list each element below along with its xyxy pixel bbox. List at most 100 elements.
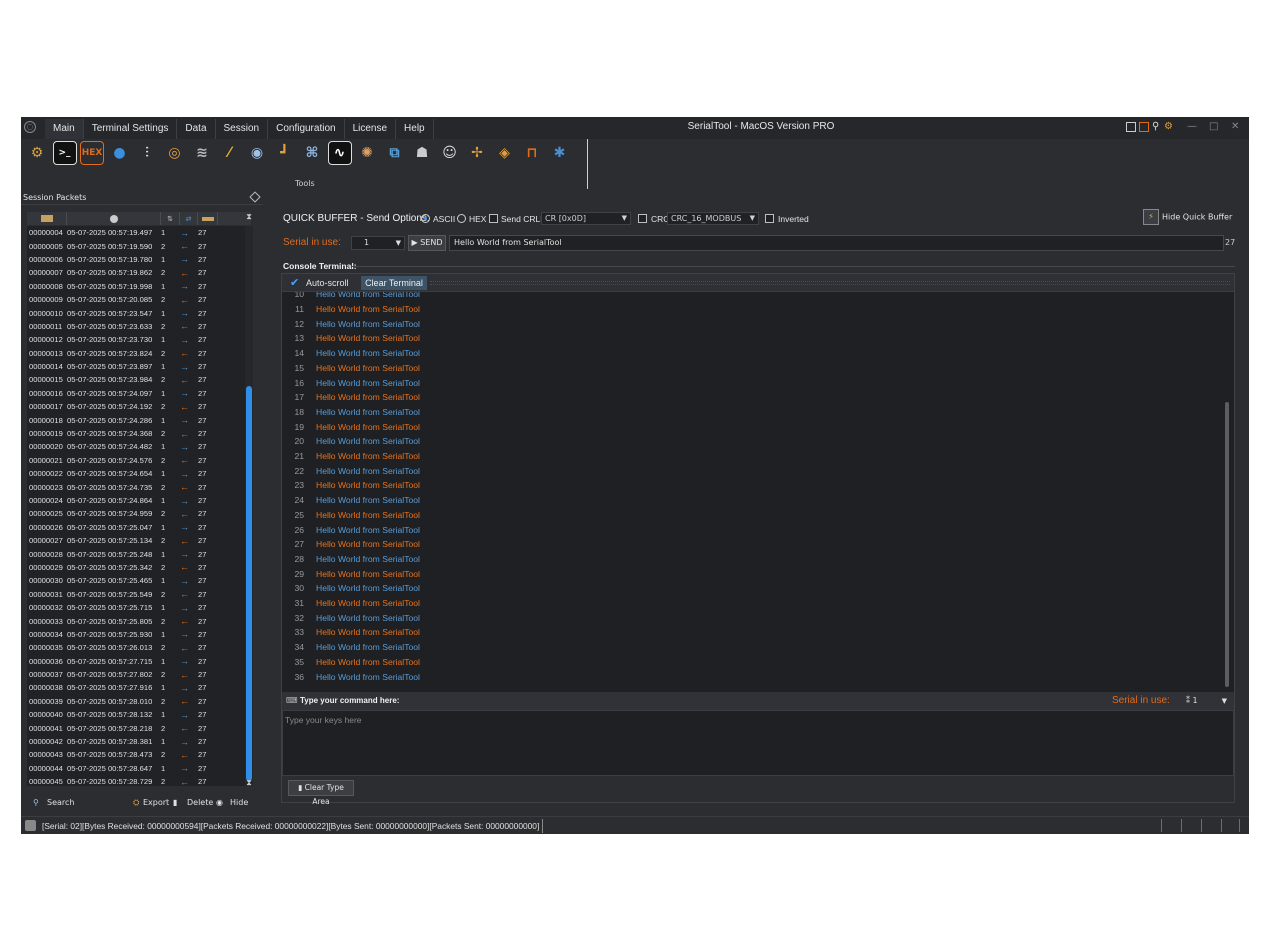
tray-window-icon[interactable] xyxy=(1126,122,1136,132)
column-time-icon[interactable] xyxy=(67,212,161,225)
column-serial-icon[interactable]: ⇅ xyxy=(161,212,180,225)
packet-row[interactable]: 00000008 05-07-2025 00:57:19.998 1 → 27 xyxy=(27,280,245,293)
target-icon[interactable]: ◎ xyxy=(163,141,187,165)
menu-data[interactable]: Data xyxy=(177,119,216,139)
menu-session[interactable]: Session xyxy=(216,119,269,139)
packet-row[interactable]: 00000035 05-07-2025 00:57:26.013 2 ← 27 xyxy=(27,641,245,654)
chip-icon[interactable]: ◈ xyxy=(493,141,517,165)
packet-row[interactable]: 00000038 05-07-2025 00:57:27.916 1 → 27 xyxy=(27,681,245,694)
send-crlf-checkbox[interactable] xyxy=(489,214,498,223)
menu-license[interactable]: License xyxy=(345,119,397,139)
packet-row[interactable]: 00000006 05-07-2025 00:57:19.780 1 → 27 xyxy=(27,253,245,266)
scrollbar-thumb[interactable] xyxy=(246,386,252,781)
arrows-icon[interactable]: ✢ xyxy=(465,141,489,165)
plug-icon[interactable]: ┛ xyxy=(273,141,297,165)
packet-row[interactable]: 00000021 05-07-2025 00:57:24.576 2 ← 27 xyxy=(27,454,245,467)
terminal-icon[interactable]: >_ xyxy=(52,141,77,165)
terminal-scrollbar[interactable] xyxy=(1222,292,1234,692)
type-area[interactable]: Type your keys here xyxy=(282,710,1234,776)
layers-icon[interactable]: ≋ xyxy=(190,141,214,165)
packet-row[interactable]: 00000014 05-07-2025 00:57:23.897 1 → 27 xyxy=(27,360,245,373)
tray-hex-icon[interactable] xyxy=(1139,122,1149,132)
packet-row[interactable]: 00000024 05-07-2025 00:57:24.864 1 → 27 xyxy=(27,494,245,507)
hide-button[interactable]: Hide xyxy=(230,798,248,807)
packet-row[interactable]: 00000019 05-07-2025 00:57:24.368 2 ← 27 xyxy=(27,427,245,440)
crlf-select[interactable]: CR [0x0D] ▼ xyxy=(541,212,631,225)
network-icon[interactable]: ✺ xyxy=(355,141,379,165)
packet-row[interactable]: 00000005 05-07-2025 00:57:19.590 2 ← 27 xyxy=(27,239,245,252)
packet-row[interactable]: 00000044 05-07-2025 00:57:28.647 1 → 27 xyxy=(27,762,245,775)
close-icon[interactable]: ✕ xyxy=(1231,121,1239,132)
scrollbar-thumb[interactable] xyxy=(1225,402,1229,687)
packet-row[interactable]: 00000007 05-07-2025 00:57:19.862 2 ← 27 xyxy=(27,266,245,279)
terminal-output[interactable]: 10 Hello World from SerialTool 11 Hello Wor… xyxy=(282,292,1222,692)
auto-scroll-checkbox[interactable]: ✔ xyxy=(290,277,301,288)
menu-main[interactable]: Main xyxy=(45,119,84,139)
oscilloscope-icon[interactable]: ∿ xyxy=(327,141,352,165)
packet-row[interactable]: 00000015 05-07-2025 00:57:23.984 2 ← 27 xyxy=(27,373,245,386)
crc-select[interactable]: CRC_16_MODBUS ▼ xyxy=(667,212,759,225)
column-length-icon[interactable] xyxy=(198,212,218,225)
packet-row[interactable]: 00000034 05-07-2025 00:57:25.930 1 → 27 xyxy=(27,628,245,641)
menu-help[interactable]: Help xyxy=(396,119,434,139)
tray-search-icon[interactable]: ⚲ xyxy=(1152,121,1159,132)
packet-row[interactable]: 00000026 05-07-2025 00:57:25.047 1 → 27 xyxy=(27,521,245,534)
packet-row[interactable]: 00000023 05-07-2025 00:57:24.735 2 ← 27 xyxy=(27,480,245,493)
packet-row[interactable]: 00000020 05-07-2025 00:57:24.482 1 → 27 xyxy=(27,440,245,453)
packet-row[interactable]: 00000016 05-07-2025 00:57:24.097 1 → 27 xyxy=(27,387,245,400)
delete-button[interactable]: Delete xyxy=(187,798,213,807)
ascii-radio[interactable] xyxy=(421,214,430,223)
scroll-bottom-icon[interactable]: ⧗ xyxy=(245,778,253,788)
hide-quick-buffer-button[interactable]: ⚡ Hide Quick Buffer xyxy=(1143,209,1232,225)
column-id-icon[interactable] xyxy=(27,212,67,225)
crc-checkbox[interactable] xyxy=(638,214,647,223)
packet-row[interactable]: 00000045 05-07-2025 00:57:28.729 2 ← 27 xyxy=(27,775,245,786)
packet-row[interactable]: 00000042 05-07-2025 00:57:28.381 1 → 27 xyxy=(27,735,245,748)
hex-icon[interactable]: HEX xyxy=(80,141,104,165)
serial-port-select[interactable]: ⁑ 1 ▼ xyxy=(1180,694,1230,708)
magic-wand-icon[interactable]: ⁄ xyxy=(218,141,242,165)
tray-settings-icon[interactable]: ⚙ xyxy=(1164,121,1173,132)
packet-row[interactable]: 00000037 05-07-2025 00:57:27.802 2 ← 27 xyxy=(27,668,245,681)
send-button[interactable]: ▶ SEND xyxy=(408,235,446,251)
column-direction-icon[interactable]: ⇄ xyxy=(180,212,198,225)
packet-row[interactable]: 00000032 05-07-2025 00:57:25.715 1 → 27 xyxy=(27,601,245,614)
clear-terminal-button[interactable]: Clear Terminal xyxy=(361,276,427,290)
packet-row[interactable]: 00000039 05-07-2025 00:57:28.010 2 ← 27 xyxy=(27,695,245,708)
packet-row[interactable]: 00000036 05-07-2025 00:57:27.715 1 → 27 xyxy=(27,655,245,668)
packet-row[interactable]: 00000030 05-07-2025 00:57:25.465 1 → 27 xyxy=(27,574,245,587)
packet-row[interactable]: 00000041 05-07-2025 00:57:28.218 2 ← 27 xyxy=(27,721,245,734)
packet-row[interactable]: 00000017 05-07-2025 00:57:24.192 2 ← 27 xyxy=(27,400,245,413)
bug-icon[interactable]: ✱ xyxy=(548,141,572,165)
menu-configuration[interactable]: Configuration xyxy=(268,119,345,139)
packet-row[interactable]: 00000018 05-07-2025 00:57:24.286 1 → 27 xyxy=(27,413,245,426)
clear-type-area-button[interactable]: ▮ Clear Type Area xyxy=(288,780,354,806)
packets-scrollbar[interactable]: ⧗ ⧗ xyxy=(245,212,253,788)
packet-row[interactable]: 00000004 05-07-2025 00:57:19.497 1 → 27 xyxy=(27,226,245,239)
packet-row[interactable]: 00000009 05-07-2025 00:57:20.085 2 ← 27 xyxy=(27,293,245,306)
hacker-icon[interactable]: ☗ xyxy=(410,141,434,165)
minimize-icon[interactable]: — xyxy=(1187,121,1197,132)
packet-row[interactable]: 00000022 05-07-2025 00:57:24.654 1 → 27 xyxy=(27,467,245,480)
search-data-icon[interactable]: ◉ xyxy=(245,141,269,165)
masks-icon[interactable]: ☺ xyxy=(438,141,462,165)
export-button[interactable]: Export xyxy=(143,798,169,807)
globe-icon[interactable]: ● xyxy=(108,141,132,165)
packet-row[interactable]: 00000033 05-07-2025 00:57:25.805 2 ← 27 xyxy=(27,614,245,627)
packet-row[interactable]: 00000029 05-07-2025 00:57:25.342 2 ← 27 xyxy=(27,561,245,574)
panel-float-icon[interactable] xyxy=(249,191,261,203)
maximize-icon[interactable]: □ xyxy=(1209,121,1218,132)
menu-terminal-settings[interactable]: Terminal Settings xyxy=(84,119,178,139)
packet-row[interactable]: 00000040 05-07-2025 00:57:28.132 1 → 27 xyxy=(27,708,245,721)
packet-row[interactable]: 00000027 05-07-2025 00:57:25.134 2 ← 27 xyxy=(27,534,245,547)
serial-port-select[interactable]: 1 ▼ xyxy=(351,236,405,250)
packet-row[interactable]: 00000010 05-07-2025 00:57:23.547 1 → 27 xyxy=(27,306,245,319)
packet-row[interactable]: 00000011 05-07-2025 00:57:23.633 2 ← 27 xyxy=(27,320,245,333)
inverted-checkbox[interactable] xyxy=(765,214,774,223)
hex-radio[interactable] xyxy=(457,214,466,223)
scroll-top-icon[interactable]: ⧗ xyxy=(245,212,253,222)
waveform-icon[interactable]: ⊓ xyxy=(520,141,544,165)
packet-row[interactable]: 00000031 05-07-2025 00:57:25.549 2 ← 27 xyxy=(27,588,245,601)
packet-row[interactable]: 00000025 05-07-2025 00:57:24.959 2 ← 27 xyxy=(27,507,245,520)
packet-row[interactable]: 00000028 05-07-2025 00:57:25.248 1 → 27 xyxy=(27,547,245,560)
